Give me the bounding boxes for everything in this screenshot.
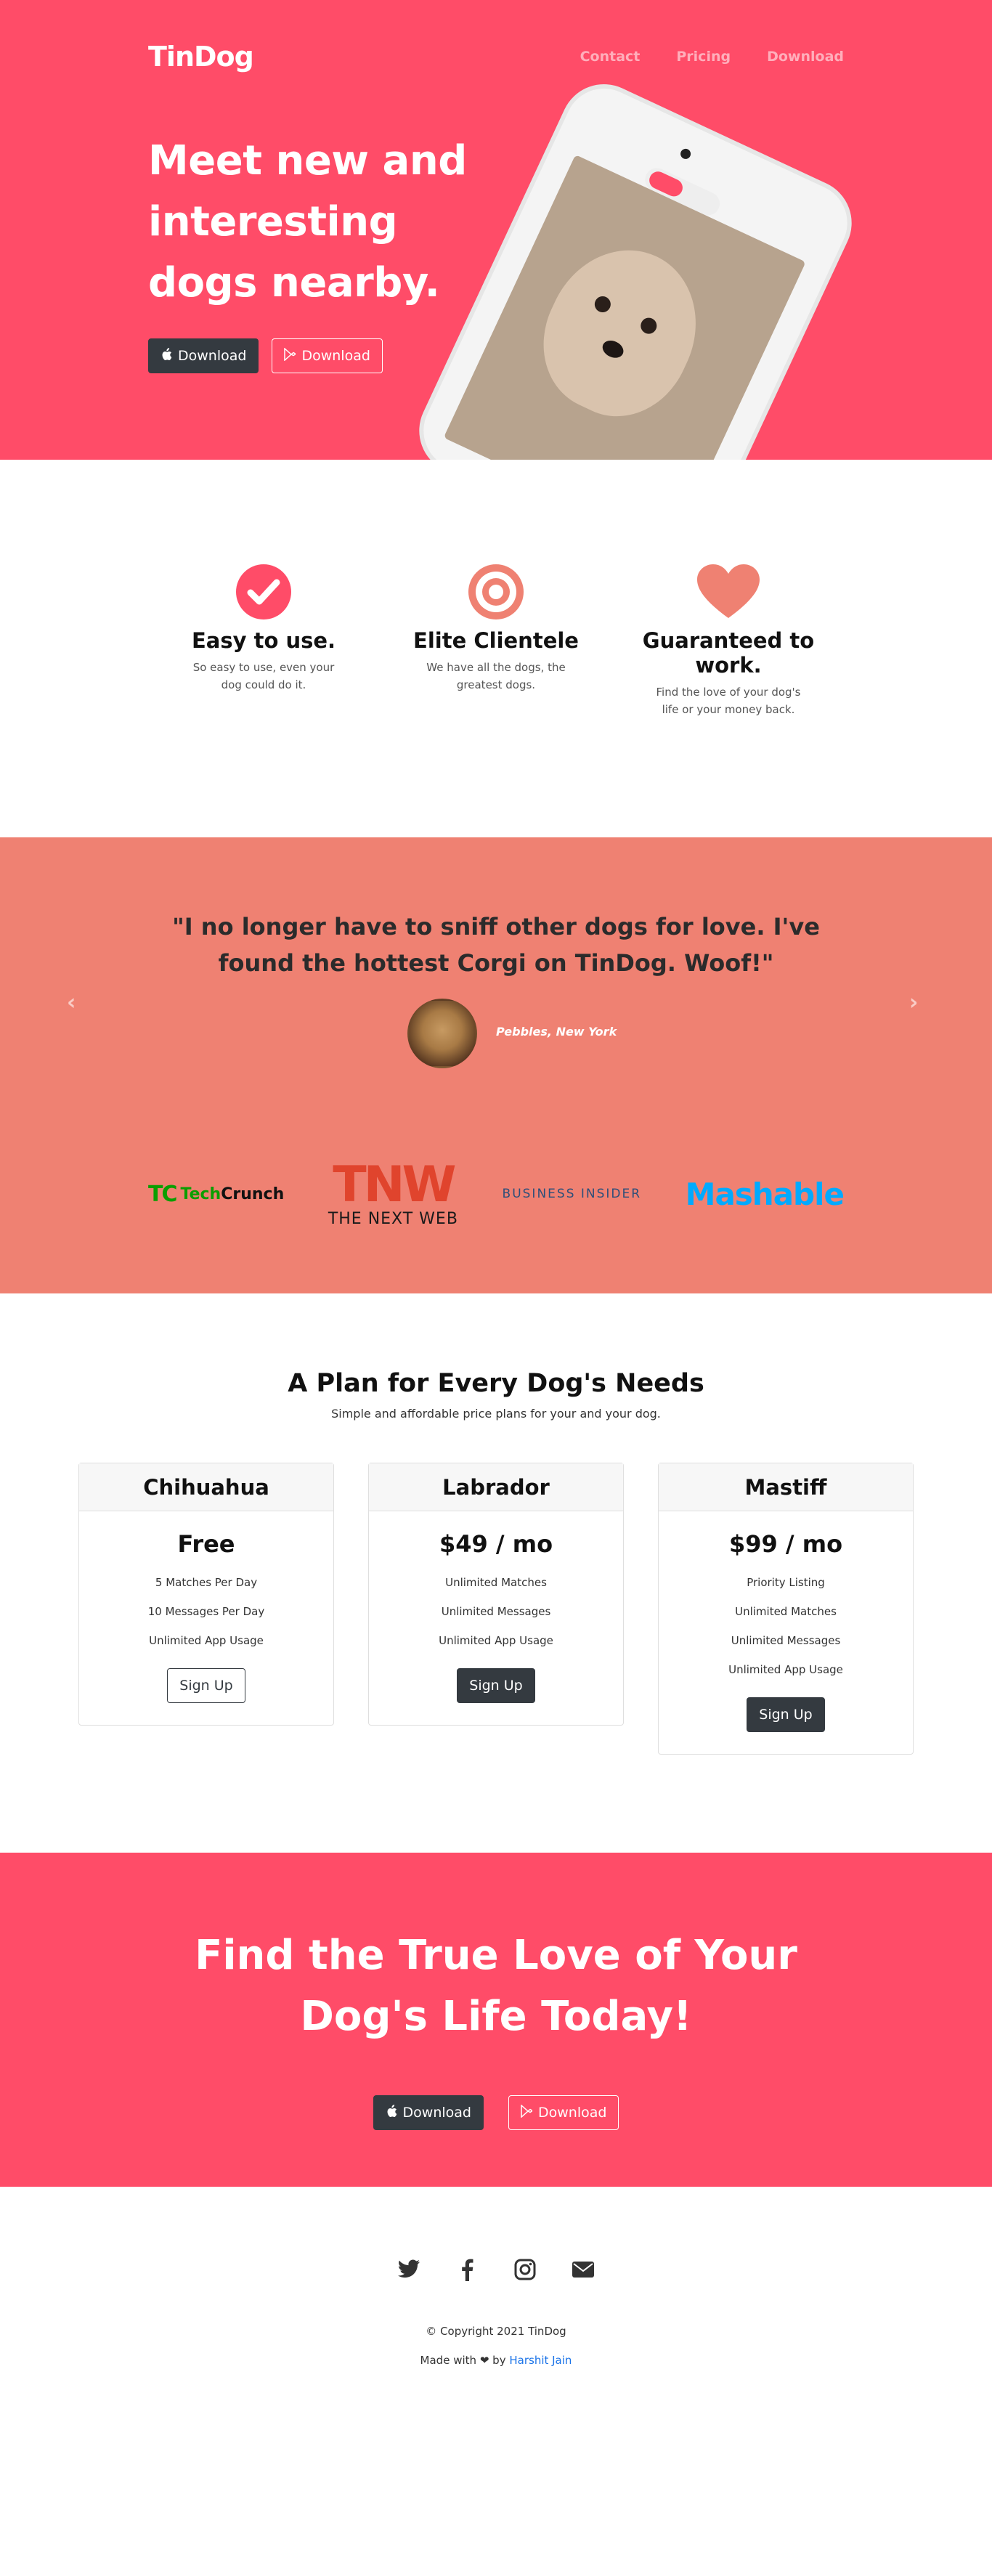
download-label: Download [538,2105,607,2121]
apple-icon [160,347,172,365]
testimonial-quote: "I no longer have to sniff other dogs fo… [172,913,820,977]
carousel-prev-icon[interactable]: ‹ [67,990,76,1015]
press-logos: TC TechCrunch TNW THE NEXT WEB BUSINESS … [148,1156,845,1228]
feature-title: Easy to use. [191,628,336,653]
plan-name: Labrador [369,1463,623,1511]
plan-feature: 10 Messages Per Day [147,1605,265,1618]
tnw-logo: TNW THE NEXT WEB [328,1156,458,1228]
twitter-icon[interactable] [396,2256,422,2283]
feature-title: Guaranteed to work. [642,628,815,678]
pricing-plans: Chihuahua Free 5 Matches Per Day 10 Mess… [78,1463,914,1755]
plan-feature: Unlimited App Usage [149,1634,264,1647]
plan-name: Mastiff [659,1463,913,1511]
plan-feature: Unlimited Messages [441,1605,551,1618]
download-google-play-button[interactable]: Download [272,338,383,373]
plan-feature: Unlimited Messages [731,1634,841,1647]
techcrunch-logo: TC TechCrunch [148,1181,285,1207]
cta-buttons: Download Download [0,2095,992,2130]
plan-price: Free [177,1530,235,1558]
envelope-icon[interactable] [570,2256,596,2283]
download-label: Download [402,2105,471,2121]
feature-guaranteed: Guaranteed to work. Find the love of you… [612,561,845,837]
plan-feature: Priority Listing [747,1576,825,1589]
heart-icon: ❤ [479,2354,489,2367]
heart-icon [612,561,845,622]
hero-title: Meet new and interesting dogs nearby. [148,137,467,306]
hero-section: TinDog Contact Pricing Download Meet new… [0,0,992,460]
social-links [0,2256,992,2283]
testimonial-caption: Pebbles, New York [496,1025,617,1039]
feature-title: Elite Clientele [413,628,579,653]
plan-feature: Unlimited Matches [735,1605,837,1618]
nav-link-contact[interactable]: Contact [580,49,641,65]
pricing-title: A Plan for Every Dog's Needs [288,1369,704,1398]
features-section: Easy to use. So easy to use, even your d… [0,460,992,837]
feature-elite: Elite Clientele We have all the dogs, th… [380,561,612,837]
navbar: TinDog Contact Pricing Download [148,35,844,78]
google-play-icon [521,2103,533,2121]
author-link[interactable]: Harshit Jain [509,2354,572,2367]
plan-price: $49 / mo [439,1530,553,1558]
sign-up-button[interactable]: Sign Up [747,1697,825,1732]
plan-card-chihuahua: Chihuahua Free 5 Matches Per Day 10 Mess… [78,1463,334,1726]
plan-feature: Unlimited Matches [445,1576,547,1589]
download-apple-button[interactable]: Download [373,2095,484,2130]
facebook-icon[interactable] [454,2256,480,2283]
nav-links: Contact Pricing Download [580,49,844,65]
download-google-play-button[interactable]: Download [508,2095,619,2130]
instagram-icon[interactable] [512,2256,538,2283]
testimonial-avatar [407,999,477,1068]
feature-text: We have all the dogs, the greatest dogs. [426,661,566,691]
cta-section: Find the True Love of Your Dog's Life To… [0,1853,992,2187]
download-apple-button[interactable]: Download [148,338,259,373]
cta-title: Find the True Love of Your Dog's Life To… [195,1932,797,2040]
made-with-text: Made with ❤ by Harshit Jain [420,2354,572,2367]
feature-text: So easy to use, even your dog could do i… [192,661,335,691]
copyright-text: © Copyright 2021 TinDog [426,2325,566,2338]
sign-up-button[interactable]: Sign Up [167,1668,245,1703]
pricing-section: A Plan for Every Dog's Needs Simple and … [0,1293,992,1853]
apple-icon [386,2104,397,2121]
business-insider-logo: BUSINESS INSIDER [502,1187,642,1201]
sign-up-button[interactable]: Sign Up [457,1668,535,1703]
plan-name: Chihuahua [79,1463,333,1511]
plan-feature: Unlimited App Usage [728,1663,843,1676]
plan-feature: 5 Matches Per Day [155,1576,258,1589]
footer: © Copyright 2021 TinDog Made with ❤ by H… [0,2187,992,2561]
mashable-logo: Mashable [685,1176,845,1212]
nav-link-download[interactable]: Download [767,49,844,65]
nav-link-pricing[interactable]: Pricing [676,49,731,65]
hero-buttons: Download Download [148,338,383,373]
download-label: Download [178,348,247,364]
pricing-subtitle: Simple and affordable price plans for yo… [331,1407,661,1421]
bullseye-icon [380,561,612,622]
download-label: Download [301,348,370,364]
feature-easy: Easy to use. So easy to use, even your d… [147,561,380,837]
plan-card-mastiff: Mastiff $99 / mo Priority Listing Unlimi… [658,1463,914,1755]
check-circle-icon [147,561,380,622]
plan-feature: Unlimited App Usage [439,1634,553,1647]
google-play-icon [284,346,296,365]
plan-price: $99 / mo [728,1530,843,1558]
feature-text: Find the love of your dog's life or your… [656,686,801,716]
plan-card-labrador: Labrador $49 / mo Unlimited Matches Unli… [368,1463,624,1726]
carousel-next-icon[interactable]: › [909,990,918,1015]
testimonials-section: ‹ › "I no longer have to sniff other dog… [0,837,992,1293]
brand-logo[interactable]: TinDog [148,41,254,73]
